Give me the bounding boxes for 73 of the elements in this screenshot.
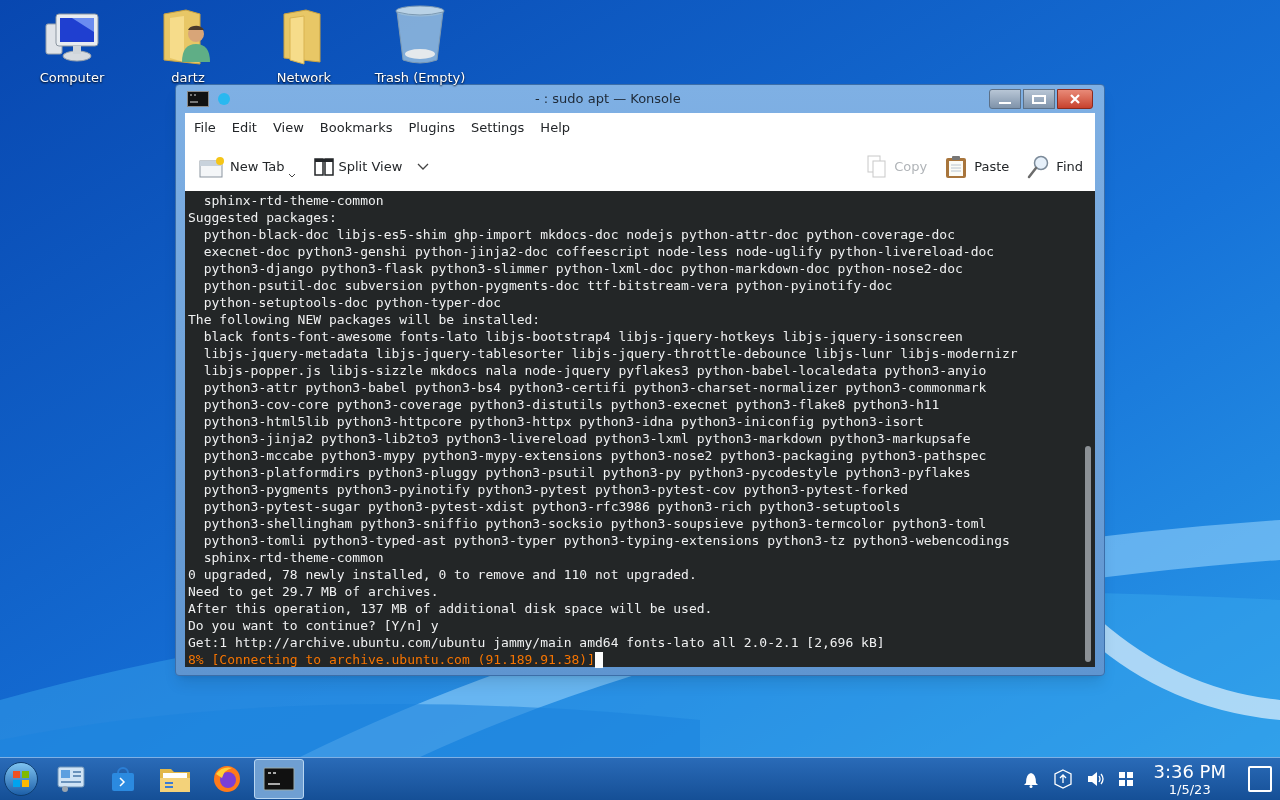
- toolbar-button[interactable]: New Tab: [197, 156, 298, 178]
- clock-date[interactable]: 1/5/23: [1168, 781, 1211, 797]
- terminal-area[interactable]: [185, 191, 1095, 667]
- close-button[interactable]: [1057, 89, 1093, 109]
- close-icon: [1070, 94, 1080, 104]
- desktop-icon-label[interactable]: Network: [276, 68, 332, 88]
- terminal-line: Suggested packages:: [188, 209, 337, 226]
- control-panel-icon: [56, 765, 86, 793]
- volume-icon[interactable]: [1087, 771, 1106, 787]
- terminal-line: python3-platformdirs python3-pluggy python3-psutil python3-py python3-pycodestyle python3-pyflakes: [202, 464, 971, 481]
- new-tab-icon: [199, 156, 225, 178]
- menu-item[interactable]: Settings: [465, 118, 531, 138]
- desktop-icon-label[interactable]: Computer: [39, 68, 105, 88]
- terminal-line: python-psutil-doc subversion python-pygments-doc ttf-bitstream-vera python-pyinotify-doc: [202, 277, 893, 294]
- toolbar-button[interactable]: Find: [1027, 155, 1083, 179]
- terminal-line: 8% [Connecting to archive.ubuntu.com (91.189.91.38)]: [188, 651, 595, 668]
- desktop-icon-label[interactable]: dartz: [171, 68, 205, 88]
- copy-icon: [867, 155, 888, 179]
- show-desktop-button[interactable]: [1248, 766, 1272, 792]
- minimize-button[interactable]: [989, 89, 1021, 109]
- terminal-line: 0 upgraded, 78 newly installed, 0 to remove and 110 not upgraded.: [188, 566, 697, 583]
- terminal-line: python-setuptools-doc python-typer-doc: [202, 294, 502, 311]
- menu-item[interactable]: View: [266, 118, 310, 138]
- windows-logo-icon: [12, 770, 30, 788]
- terminal-icon[interactable]: [187, 91, 209, 107]
- terminal-line: python3-pytest-sugar python3-pytest-xdist python3-rfc3986 python3-rich python3-setuptools: [202, 498, 901, 515]
- window-title: - : sudo apt — Konsole: [535, 90, 681, 109]
- scrollbar-thumb[interactable]: [1085, 446, 1091, 662]
- terminal-line: python3-jinja2 python3-lib2to3 python3-livereload python3-lxml python3-markdown python3-markupsafe: [202, 430, 971, 447]
- toolbar-button[interactable]: Split View: [311, 157, 432, 177]
- menu-item[interactable]: Bookmarks: [313, 118, 399, 138]
- menu-item[interactable]: File: [188, 118, 222, 138]
- taskbar-app-button[interactable]: [254, 759, 304, 799]
- terminal-line: Need to get 29.7 MB of archives.: [188, 583, 439, 600]
- terminal-line: libjs-jquery-metadata libjs-jquery-tablesorter libjs-jquery-throttle-debounce libjs-lunr libjs-modernizr: [202, 345, 1018, 362]
- maximize-button[interactable]: [1023, 89, 1055, 109]
- menu-item[interactable]: Edit: [225, 118, 263, 138]
- clipboard-icon: [945, 155, 968, 179]
- toolbar-button[interactable]: Paste: [945, 155, 1010, 179]
- clock-time[interactable]: 3:36 PM: [1153, 761, 1226, 782]
- terminal-line: black fonts-font-awesome fonts-lato libjs-bootstrap4 libjs-jquery-hotkeys libjs-jquery-isonscreen: [202, 328, 963, 345]
- terminal-line: Do you want to continue? [Y/n] y: [188, 617, 439, 634]
- terminal-line: python3-shellingham python3-sniffio python3-socksio python3-soupsieve python3-termcolor python3-toml: [202, 515, 987, 532]
- menu-item[interactable]: Plugins: [402, 118, 462, 138]
- shopping-bag-icon: [110, 765, 136, 793]
- terminal-icon: [263, 767, 295, 791]
- terminal-line: python3-django python3-flask python3-slimmer python-lxml-doc python-markdown-doc python-nose2-doc: [202, 260, 963, 277]
- terminal-line: python3-mccabe python3-mypy python3-mypy-extensions python3-nose2 python3-packaging python3-pathspec: [202, 447, 987, 464]
- grid-icon[interactable]: [1119, 772, 1134, 786]
- terminal-line: Get:1 http://archive.ubuntu.com/ubuntu jammy/main amd64 fonts-lato all 2.0-2.1 [2,696 kB]: [188, 634, 885, 651]
- caret-icon: [287, 173, 296, 178]
- menu-item[interactable]: Help: [534, 118, 576, 138]
- trash-icon: [394, 4, 446, 66]
- update-icon[interactable]: [1053, 769, 1074, 789]
- terminal-line: python3-tomli python3-typed-ast python3-typer python3-typing-extensions python3-tz python3-webencodings: [202, 532, 1010, 549]
- terminal-line: python3-html5lib python3-httpcore python3-httpx python3-idna python3-iniconfig python3-isort: [202, 413, 924, 430]
- split-view-icon: [313, 157, 334, 177]
- terminal-line: sphinx-rtd-theme-common: [202, 549, 384, 566]
- search-icon: [1027, 155, 1050, 179]
- terminal-line: execnet-doc python3-genshi python-jinja2-doc coffeescript node-less node-uglify python-livereload-doc: [202, 243, 995, 260]
- terminal-line: libjs-popper.js libjs-sizzle mkdocs nala node-jquery pyflakes3 python-babel-localedata python3-anyio: [202, 362, 987, 379]
- start-button[interactable]: [4, 762, 38, 796]
- terminal-line: python-black-doc libjs-es5-shim ghp-import mkdocs-doc nodejs python-attr-doc python-coverage-doc: [202, 226, 955, 243]
- terminal-line: After this operation, 137 MB of additional disk space will be used.: [188, 600, 713, 617]
- desktop-icon-label[interactable]: Trash (Empty): [374, 68, 466, 88]
- bell-icon[interactable]: [1023, 770, 1040, 788]
- browser-icon: [212, 764, 242, 794]
- terminal-line: python3-attr python3-babel python3-bs4 python3-certifi python3-charset-normalizer python3-commonmark: [202, 379, 987, 396]
- terminal-line: python3-cov-core python3-coverage python3-distutils python3-execnet python3-flake8 python3-h11: [202, 396, 940, 413]
- terminal-line: sphinx-rtd-theme-common: [202, 192, 384, 209]
- chevron-down-icon: [417, 163, 430, 171]
- terminal-line: The following NEW packages will be installed:: [188, 311, 541, 328]
- terminal-line: python3-pygments python3-pyinotify python3-pytest python3-pytest-cov python3-pytest-forked: [202, 481, 909, 498]
